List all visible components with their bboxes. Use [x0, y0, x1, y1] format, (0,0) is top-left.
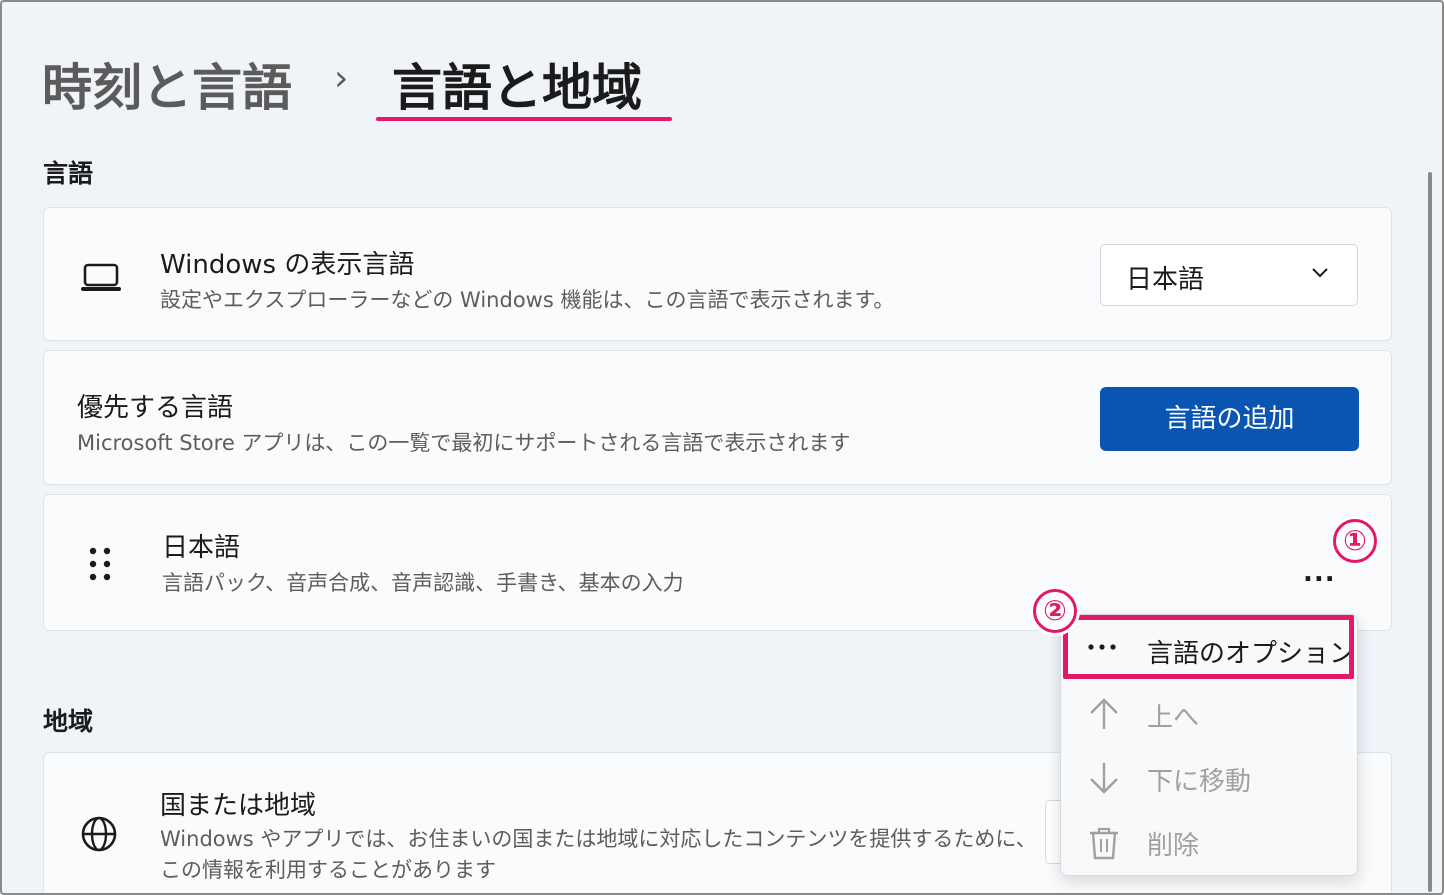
title-highlight-underline	[376, 117, 672, 121]
language-item-title: 日本語	[162, 533, 241, 563]
drag-handle-icon[interactable]	[88, 545, 114, 583]
country-region-description-line1: Windows やアプリでは、お住まいの国または地域に対応したコンテンツを提供す…	[160, 827, 1037, 851]
menu-item-move-down[interactable]: 下に移動	[1061, 747, 1359, 807]
menu-item-label: 削除	[1147, 831, 1200, 861]
chevron-down-icon	[1312, 268, 1328, 278]
scrollbar[interactable]	[1428, 172, 1432, 892]
menu-item-label: 上へ	[1147, 703, 1200, 733]
preferred-languages-title: 優先する言語	[77, 393, 234, 423]
step1-callout: ①	[1333, 519, 1377, 563]
country-region-description-line2: この情報を利用することがあります	[160, 858, 496, 882]
display-language-title: Windows の表示言語	[160, 250, 415, 280]
breadcrumb-parent[interactable]: 時刻と言語	[42, 48, 292, 120]
display-language-selected: 日本語	[1126, 265, 1205, 295]
add-language-button[interactable]: 言語の追加	[1100, 387, 1359, 451]
display-language-description: 設定やエクスプローラーなどの Windows 機能は、この言語で表示されます。	[160, 288, 895, 312]
section-title-language: 言語	[43, 159, 94, 188]
preferred-languages-description: Microsoft Store アプリは、この一覧で最初にサポートされる言語で表…	[77, 431, 851, 455]
trash-icon	[1090, 827, 1118, 860]
laptop-icon	[81, 263, 121, 291]
step2-highlight-box	[1063, 615, 1354, 679]
language-item-description: 言語パック、音声合成、音声認識、手書き、基本の入力	[162, 571, 684, 595]
more-options-button[interactable]: ...	[1303, 558, 1336, 588]
display-language-dropdown[interactable]: 日本語	[1100, 244, 1358, 306]
section-title-region: 地域	[43, 707, 94, 736]
menu-item-move-up[interactable]: 上へ	[1061, 683, 1359, 743]
page-title: 言語と地域	[392, 59, 642, 117]
step2-callout: ②	[1033, 589, 1077, 633]
arrow-up-icon	[1090, 698, 1118, 729]
language-list-item-japanese[interactable]: 日本語 言語パック、音声合成、音声認識、手書き、基本の入力	[43, 494, 1392, 631]
country-region-title: 国または地域	[160, 791, 317, 821]
menu-item-label: 下に移動	[1147, 767, 1252, 797]
globe-icon	[81, 816, 117, 852]
arrow-down-icon	[1090, 763, 1118, 794]
breadcrumb-separator-icon: ›	[334, 58, 349, 99]
menu-item-delete[interactable]: 削除	[1061, 811, 1359, 871]
